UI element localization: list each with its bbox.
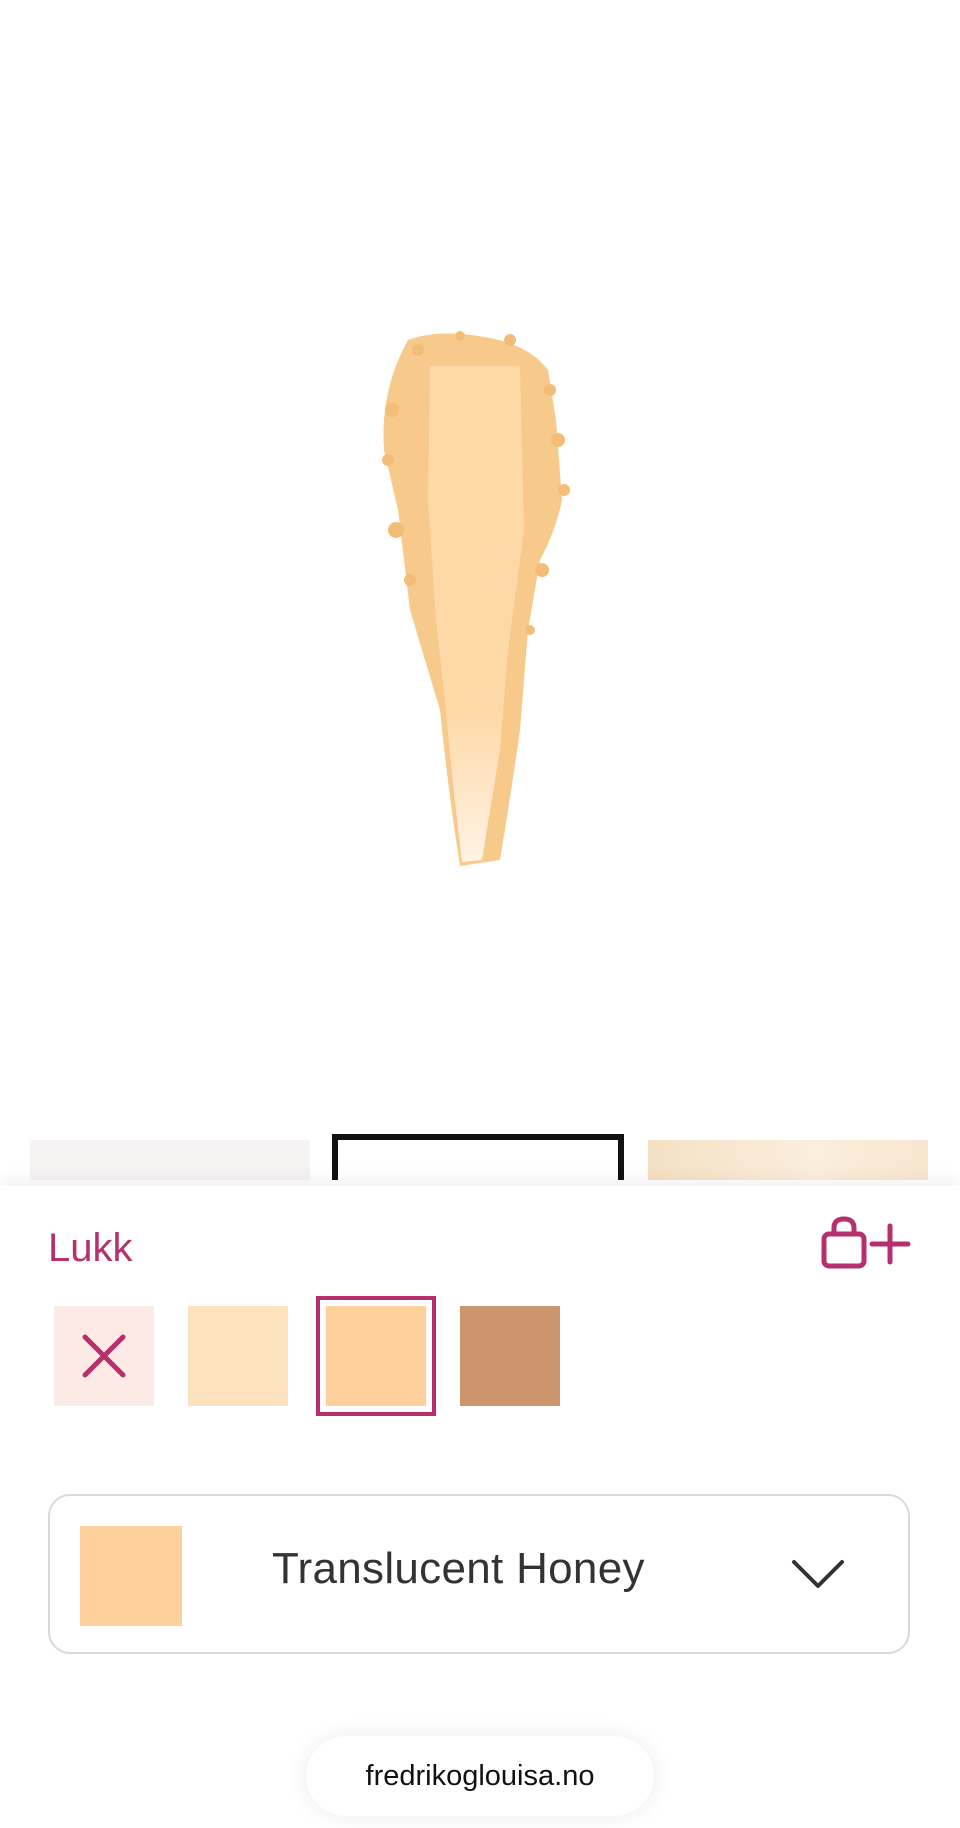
product-image <box>0 0 960 1140</box>
shade-swatch[interactable] <box>188 1306 288 1406</box>
chevron-down-icon <box>792 1560 844 1588</box>
close-icon <box>82 1334 126 1378</box>
shade-dropdown[interactable]: Translucent Honey <box>48 1494 910 1654</box>
shade-swatch-none[interactable] <box>54 1306 154 1406</box>
powder-swatch-image <box>382 331 570 866</box>
url-text: fredrikoglouisa.no <box>365 1759 595 1792</box>
selected-shade-label: Translucent Honey <box>272 1544 645 1593</box>
shade-picker-sheet: Lukk Translucent Honey <box>0 1186 960 1828</box>
thumbnail-image[interactable] <box>30 1140 310 1180</box>
shade-swatches <box>0 1296 960 1416</box>
shopping-bag-plus-icon <box>821 1216 911 1269</box>
browser-url-bar[interactable]: fredrikoglouisa.no <box>306 1736 654 1816</box>
thumbnail-image[interactable] <box>648 1140 928 1180</box>
selected-shade-chip <box>80 1526 182 1626</box>
add-to-cart-button[interactable] <box>820 1216 920 1272</box>
shade-swatch[interactable] <box>460 1306 560 1406</box>
thumbnail-image-selected[interactable] <box>332 1134 624 1180</box>
shade-swatch-selected[interactable] <box>316 1296 436 1416</box>
close-button[interactable]: Lukk <box>48 1226 133 1271</box>
shade-swatch-fill <box>326 1306 426 1406</box>
thumbnail-strip <box>0 1130 960 1180</box>
